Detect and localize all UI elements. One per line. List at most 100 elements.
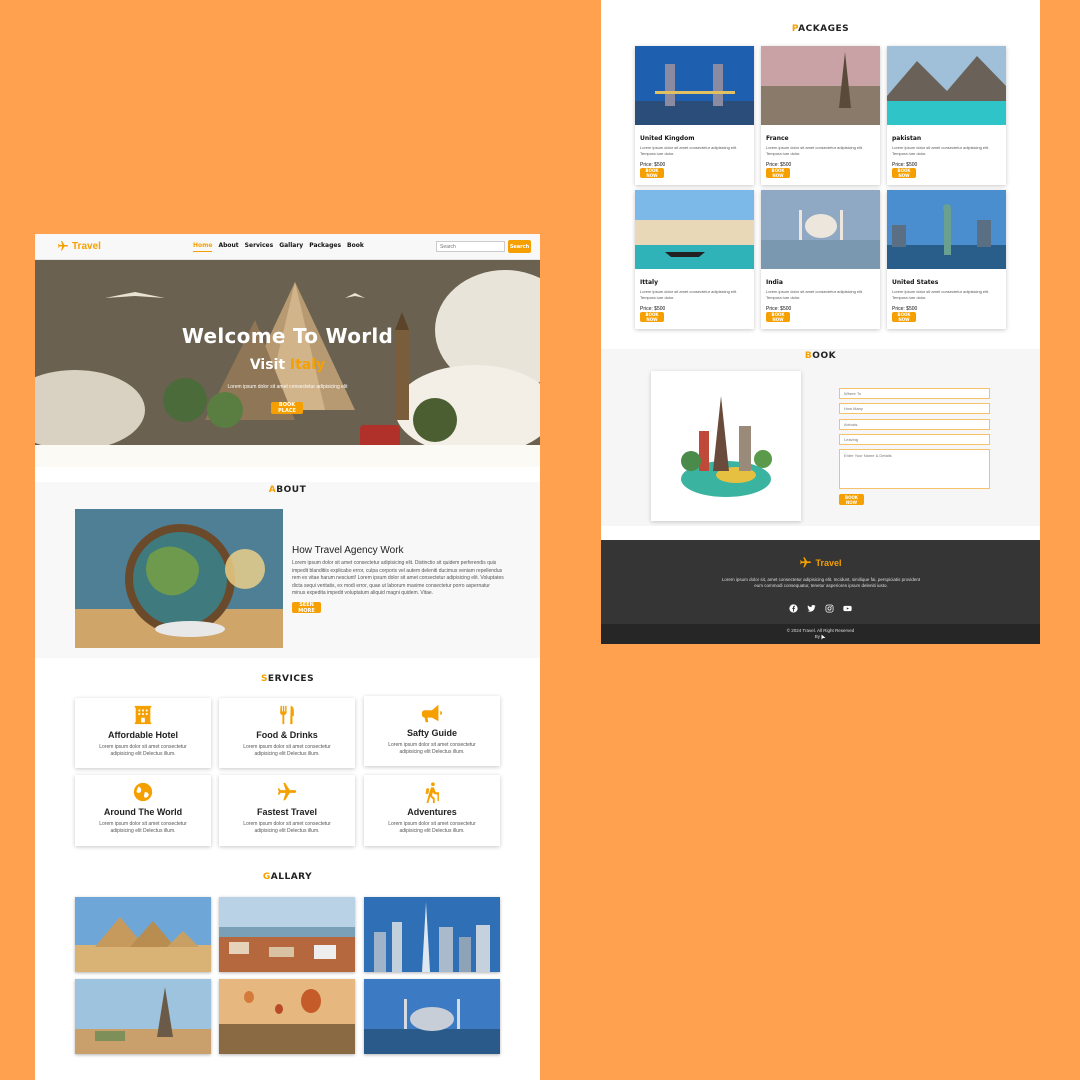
package-name: India xyxy=(766,279,783,286)
package-image-uk xyxy=(635,46,754,125)
package-name: United States xyxy=(892,279,939,286)
book-now-button[interactable]: BOOK NOW xyxy=(640,312,664,322)
footer-text: Lorem ipsum dolor sit, amet consectetur … xyxy=(721,577,921,588)
navbar: Travel Home About Services Gallary Packa… xyxy=(35,234,540,260)
book-now-button[interactable]: BOOK NOW xyxy=(892,168,916,178)
package-image-united-states xyxy=(887,190,1006,269)
package-image-india xyxy=(761,190,880,269)
services-title: SERVICES xyxy=(35,674,540,684)
twitter-icon[interactable] xyxy=(807,600,816,612)
package-desc: Lorem ipsum dolor sit amet consectetur a… xyxy=(640,289,738,300)
package-card: France Lorem ipsum dolor sit amet consec… xyxy=(761,46,880,185)
package-image-france xyxy=(761,46,880,125)
package-desc: Lorem ipsum dolor sit amet consectetur a… xyxy=(640,145,738,156)
plane-icon xyxy=(58,241,68,251)
hero-banner: Welcome To World Visit Italy Lorem ipsum… xyxy=(35,260,540,467)
how-many-field[interactable] xyxy=(839,403,990,414)
package-card: United Kingdom Lorem ipsum dolor sit ame… xyxy=(635,46,754,185)
hiking-icon xyxy=(425,782,439,803)
package-image-pakistan xyxy=(887,46,1006,125)
gallery-image-dubai[interactable] xyxy=(364,897,500,972)
footer-brand[interactable]: Travel xyxy=(601,556,1040,569)
seen-more-button[interactable]: SEEN MORE xyxy=(292,602,321,614)
arrivals-field[interactable] xyxy=(839,419,990,430)
book-section: BOOK BOOK NOW xyxy=(601,349,1040,526)
plane-icon xyxy=(277,782,297,801)
gallery-image-cappadocia[interactable] xyxy=(219,979,355,1054)
service-card[interactable]: Food & Drinks Lorem ipsum dolor sit amet… xyxy=(219,698,355,768)
package-card: Ittaly Lorem ipsum dolor sit amet consec… xyxy=(635,190,754,329)
plane-icon xyxy=(800,557,812,568)
gallery-title: GALLARY xyxy=(35,872,540,882)
gallery-image-mosque[interactable] xyxy=(364,979,500,1054)
copyright-bar: © 2024 Travel. All Right Reserved By xyxy=(601,624,1040,644)
about-title: ABOUT xyxy=(35,485,540,495)
gallery-image-paris[interactable] xyxy=(75,979,211,1054)
book-place-button[interactable]: BOOK PLACE xyxy=(271,402,303,414)
book-title-rest: OOK xyxy=(812,351,837,361)
service-text: Lorem ipsum dolor sit amet consectetur a… xyxy=(243,744,331,757)
book-landmarks-illustration xyxy=(651,371,801,521)
nav-links: Home About Services Gallary Packages Boo… xyxy=(193,242,364,252)
package-image-italy xyxy=(635,190,754,269)
where-to-field[interactable] xyxy=(839,388,990,399)
service-card[interactable]: Safty Guide Lorem ipsum dolor sit amet c… xyxy=(364,696,500,766)
hero-text: Lorem ipsum dolor sit amet consectetur a… xyxy=(227,384,348,390)
hero-title: Welcome To World xyxy=(181,324,394,348)
package-card: pakistan Lorem ipsum dolor sit amet cons… xyxy=(887,46,1006,185)
about-heading: How Travel Agency Work xyxy=(292,545,404,556)
nav-gallary[interactable]: Gallary xyxy=(279,242,303,252)
service-card[interactable]: Around The World Lorem ipsum dolor sit a… xyxy=(75,775,211,846)
hero-subtitle-highlight: Italy xyxy=(289,357,326,373)
nav-book[interactable]: Book xyxy=(347,242,364,252)
instagram-icon[interactable] xyxy=(825,600,834,613)
book-now-button[interactable]: BOOK NOW xyxy=(640,168,664,178)
service-card[interactable]: Fastest Travel Lorem ipsum dolor sit ame… xyxy=(219,775,355,846)
service-card[interactable]: Affordable Hotel Lorem ipsum dolor sit a… xyxy=(75,698,211,768)
gallery-title-rest: ALLARY xyxy=(270,872,313,882)
youtube-icon[interactable] xyxy=(843,600,852,612)
package-desc: Lorem ipsum dolor sit amet consectetur a… xyxy=(766,145,864,156)
service-title: Affordable Hotel xyxy=(107,730,178,740)
service-title: Fastest Travel xyxy=(256,807,318,817)
gallery-image-istanbul[interactable] xyxy=(219,897,355,972)
facebook-icon[interactable] xyxy=(789,600,798,613)
about-section: ABOUT How Travel Agency Work Lorem ipsum… xyxy=(35,482,540,658)
gallery-image-pyramids[interactable] xyxy=(75,897,211,972)
book-now-button[interactable]: BOOK NOW xyxy=(892,312,916,322)
book-now-button[interactable]: BOOK NOW xyxy=(766,168,790,178)
copyright-by-label: By xyxy=(814,634,820,640)
service-text: Lorem ipsum dolor sit amet consectetur a… xyxy=(388,742,476,755)
package-name: United Kingdom xyxy=(640,135,695,142)
about-globe-image xyxy=(75,509,283,648)
brand-name: Travel xyxy=(72,240,101,252)
packages-page-screenshot: PACKAGES United Kingdom Lorem ipsum dolo… xyxy=(601,0,1040,644)
search-input[interactable] xyxy=(436,241,505,252)
package-desc: Lorem ipsum dolor sit amet consectetur a… xyxy=(892,145,990,156)
package-name: pakistan xyxy=(892,135,922,142)
services-title-rest: ERVICES xyxy=(267,674,315,684)
nav-home[interactable]: Home xyxy=(193,242,213,252)
service-text: Lorem ipsum dolor sit amet consectetur a… xyxy=(243,821,331,834)
service-card[interactable]: Adventures Lorem ipsum dolor sit amet co… xyxy=(364,775,500,846)
service-text: Lorem ipsum dolor sit amet consectetur a… xyxy=(99,821,187,834)
details-textarea[interactable] xyxy=(839,449,990,489)
search-button[interactable]: Search xyxy=(508,240,531,253)
book-now-submit-button[interactable]: BOOK NOW xyxy=(839,494,864,505)
about-title-rest: BOUT xyxy=(276,485,307,495)
nav-packages[interactable]: Packages xyxy=(309,242,341,252)
brand-logo[interactable]: Travel xyxy=(57,240,101,252)
nav-about[interactable]: About xyxy=(218,242,238,252)
book-now-button[interactable]: BOOK NOW xyxy=(766,312,790,322)
service-text: Lorem ipsum dolor sit amet consectetur a… xyxy=(388,821,476,834)
author-logo-icon xyxy=(821,634,826,640)
service-title: Food & Drinks xyxy=(256,730,318,740)
footer-brand-name: Travel xyxy=(815,557,842,568)
packages-title-rest: ACKAGES xyxy=(798,24,850,34)
leaving-field[interactable] xyxy=(839,434,990,445)
book-title: BOOK xyxy=(601,351,1040,361)
gallery-title-first-letter: G xyxy=(262,872,271,882)
service-text: Lorem ipsum dolor sit amet consectetur a… xyxy=(99,744,187,757)
nav-services[interactable]: Services xyxy=(245,242,274,252)
copyright-by: By xyxy=(601,634,1040,640)
